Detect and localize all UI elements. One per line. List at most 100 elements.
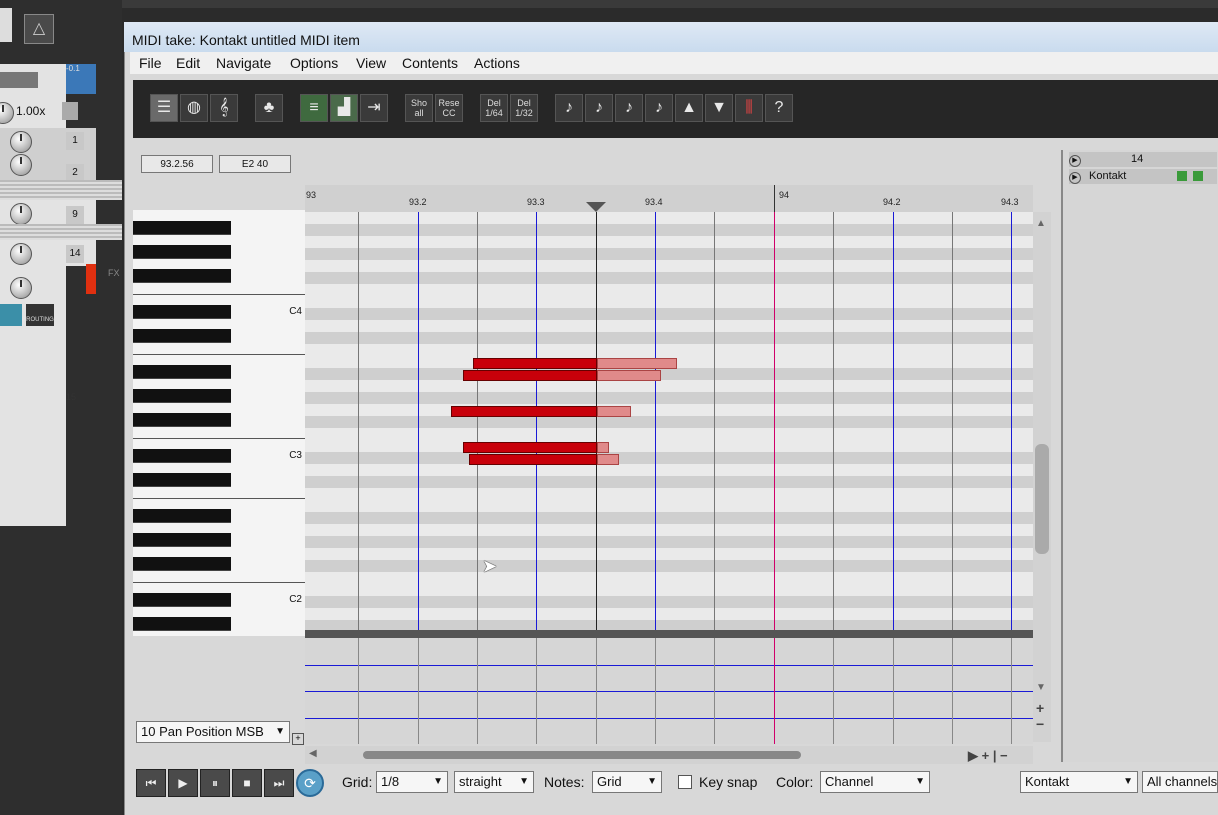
cc-lane-divider[interactable] (305, 630, 1033, 638)
play-circle-icon[interactable]: ▶ (1069, 155, 1081, 167)
midi-note[interactable] (463, 442, 597, 453)
track-list-row[interactable]: ▶ Kontakt (1069, 169, 1217, 184)
black-key[interactable] (133, 557, 231, 571)
vertical-scrollbar[interactable]: ▲ ▼ + − (1033, 212, 1051, 742)
loop-icon[interactable]: ⟳ (296, 769, 324, 797)
note-up-icon[interactable]: ♪ (555, 94, 583, 122)
black-key[interactable] (133, 617, 231, 631)
snap-icon[interactable]: ≡ (300, 94, 328, 122)
pause-icon[interactable]: ⏸ (200, 769, 230, 797)
pan-knob[interactable] (10, 243, 32, 265)
menu-file[interactable]: File (139, 55, 162, 71)
channel-select[interactable]: All channels (1142, 771, 1218, 793)
piano-roll-view-icon[interactable]: ☰ (150, 94, 178, 122)
color-palette-icon[interactable]: ♣ (255, 94, 283, 122)
reset-cc-button[interactable]: Rese CC (435, 94, 463, 122)
midi-note[interactable] (469, 454, 597, 465)
scroll-left-icon[interactable]: ◀ (309, 748, 317, 759)
zoom-in-icon[interactable]: + (1036, 700, 1044, 716)
volume-fader[interactable] (0, 72, 38, 88)
delete-164-button[interactable]: Del 1/64 (480, 94, 508, 122)
menu-options[interactable]: Options (290, 55, 338, 71)
black-key[interactable] (133, 593, 231, 607)
note-left-icon[interactable]: ♪ (615, 94, 643, 122)
key-snap-checkbox[interactable] (678, 775, 692, 789)
notation-view-icon[interactable]: 𝄞 (210, 94, 238, 122)
track-select[interactable]: Kontakt ▼ (1020, 771, 1138, 793)
playhead-marker[interactable] (586, 202, 606, 212)
menu-view[interactable]: View (356, 55, 386, 71)
delete-132-button[interactable]: Del 1/32 (510, 94, 538, 122)
record-arm-icon[interactable] (1177, 171, 1187, 181)
midi-note[interactable] (473, 358, 597, 369)
midi-note-tail[interactable] (597, 370, 661, 381)
help-icon[interactable]: ? (765, 94, 793, 122)
vertical-scroll-thumb[interactable] (1035, 444, 1049, 554)
note-right-icon[interactable]: ♪ (645, 94, 673, 122)
midi-note-tail[interactable] (597, 442, 609, 453)
black-key[interactable] (133, 449, 231, 463)
show-all-button[interactable]: Sho all (405, 94, 433, 122)
black-key[interactable] (133, 269, 231, 283)
velocity-icon[interactable]: ▟ (330, 94, 358, 122)
menu-edit[interactable]: Edit (176, 55, 200, 71)
black-key[interactable] (133, 509, 231, 523)
grid-select[interactable]: 1/8 ▼ (376, 771, 448, 793)
horizontal-scrollbar[interactable]: ◀ (305, 746, 1033, 764)
black-key[interactable] (133, 329, 231, 343)
add-cc-lane-icon[interactable]: + (292, 733, 304, 745)
timeline-ruler[interactable]: 93 93.2 93.3 93.4 94 94.2 94.3 (305, 185, 1033, 212)
scroll-up-icon[interactable]: ▲ (1036, 218, 1046, 229)
stop-icon[interactable]: ■ (232, 769, 262, 797)
black-key[interactable] (133, 413, 231, 427)
black-key[interactable] (133, 221, 231, 235)
black-key[interactable] (133, 473, 231, 487)
routing-button[interactable]: ROUTING (26, 304, 54, 326)
notes-select[interactable]: Grid ▼ (592, 771, 662, 793)
menu-contents[interactable]: Contents (402, 55, 458, 71)
midi-note[interactable] (463, 370, 597, 381)
black-key[interactable] (133, 533, 231, 547)
grid-type-select[interactable]: straight ▼ (454, 771, 534, 793)
play-icon[interactable]: ▶ (168, 769, 198, 797)
humanize-icon[interactable]: ⫼ (735, 94, 763, 122)
width-knob[interactable] (10, 154, 32, 176)
mixer-button[interactable] (0, 8, 12, 42)
menu-actions[interactable]: Actions (474, 55, 520, 71)
color-select[interactable]: Channel ▼ (820, 771, 930, 793)
velocity-up-icon[interactable]: ▲ (675, 94, 703, 122)
metronome-icon[interactable]: △ (24, 14, 54, 44)
drum-view-icon[interactable]: ◍ (180, 94, 208, 122)
grid-row (305, 428, 1033, 440)
horizontal-zoom-icon[interactable]: ▶ + | − (968, 748, 1008, 764)
black-key[interactable] (133, 365, 231, 379)
velocity-down-icon[interactable]: ▼ (705, 94, 733, 122)
black-key[interactable] (133, 305, 231, 319)
cc-lane-select[interactable]: 10 Pan Position MSB ▼ (136, 721, 290, 743)
fx-toggle[interactable] (0, 304, 22, 326)
midi-note-tail[interactable] (597, 358, 677, 369)
midi-note-tail[interactable] (597, 454, 619, 465)
cc-lane[interactable] (305, 638, 1033, 744)
midi-note[interactable] (451, 406, 597, 417)
playrate-toggle[interactable] (62, 102, 78, 120)
track-list-row[interactable]: ▶ 14 (1069, 152, 1217, 167)
zoom-out-icon[interactable]: − (1036, 716, 1044, 732)
menu-navigate[interactable]: Navigate (216, 55, 271, 71)
piano-keyboard[interactable]: C4 C3 C2 (133, 210, 305, 636)
monitor-icon[interactable] (1193, 171, 1203, 181)
black-key[interactable] (133, 245, 231, 259)
volume-knob[interactable] (10, 277, 32, 299)
skip-back-icon[interactable]: ⏮ (136, 769, 166, 797)
black-key[interactable] (133, 389, 231, 403)
play-circle-icon[interactable]: ▶ (1069, 172, 1081, 184)
skip-forward-icon[interactable]: ⏭ (264, 769, 294, 797)
midi-note-tail[interactable] (597, 406, 631, 417)
pan-knob[interactable] (10, 203, 32, 225)
fx-insert-icon[interactable]: ⇥ (360, 94, 388, 122)
scroll-down-icon[interactable]: ▼ (1036, 682, 1046, 693)
horizontal-scroll-thumb[interactable] (363, 751, 801, 759)
note-down-icon[interactable]: ♪ (585, 94, 613, 122)
pan-knob[interactable] (10, 131, 32, 153)
note-grid[interactable] (305, 212, 1033, 630)
